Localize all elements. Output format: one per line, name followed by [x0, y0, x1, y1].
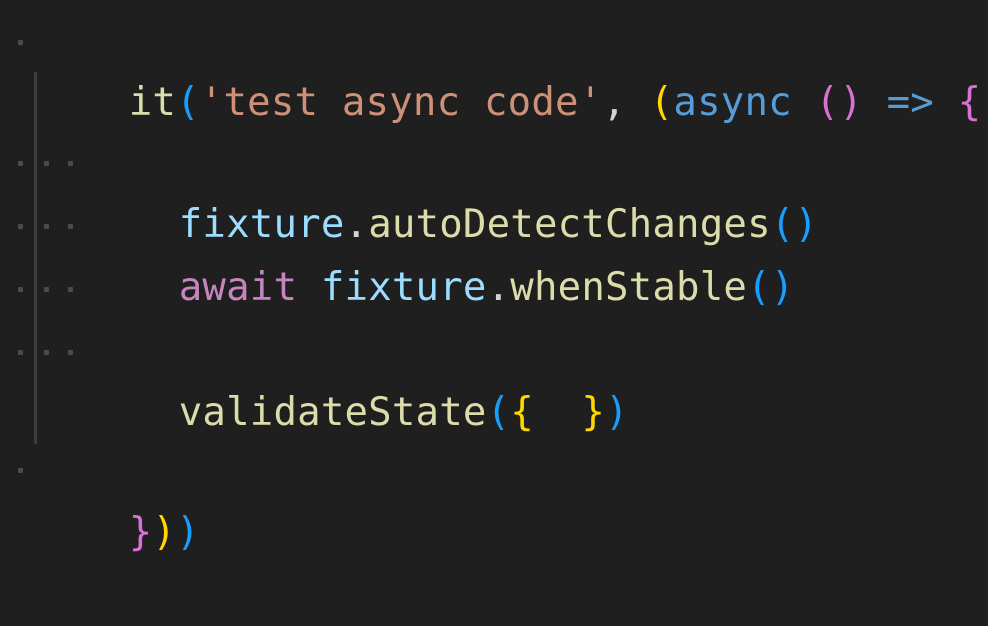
code-token: ) — [152, 510, 177, 555]
code-token: () — [747, 265, 795, 310]
whitespace-dot — [44, 287, 49, 292]
whitespace-dot — [18, 287, 23, 292]
code-token: ) — [176, 510, 200, 555]
whitespace-dot — [18, 161, 23, 166]
code-token: { — [957, 80, 982, 125]
whitespace-dot — [44, 224, 49, 229]
code-token: it — [128, 80, 177, 125]
code-token: } — [581, 390, 605, 435]
whitespace-dot — [44, 350, 49, 355]
code-line[interactable]: })) — [34, 440, 200, 555]
code-line[interactable]: fixture.autoDetectChanges() — [84, 132, 818, 247]
code-token: whenStable — [510, 265, 748, 310]
code-token: validateState — [178, 390, 487, 435]
whitespace-dot — [18, 40, 23, 45]
code-line[interactable]: it('test async code', (async () => { — [34, 10, 981, 125]
code-editor[interactable]: it('test async code', (async () => { fix… — [0, 0, 988, 555]
code-token: () — [815, 80, 863, 125]
code-token: ( — [176, 80, 200, 125]
code-token: { — [510, 390, 582, 435]
code-token: ( — [649, 80, 674, 125]
code-token: , — [602, 80, 650, 125]
code-token: 'test async code' — [199, 80, 603, 125]
code-token: ) — [605, 390, 629, 435]
whitespace-dot — [68, 287, 73, 292]
code-token: async — [673, 80, 816, 125]
whitespace-dot — [18, 224, 23, 229]
whitespace-dot — [18, 468, 23, 473]
code-token: } — [128, 510, 153, 555]
whitespace-dot — [18, 350, 23, 355]
code-token: ( — [486, 390, 511, 435]
code-token: . — [486, 265, 511, 310]
whitespace-dot — [68, 224, 73, 229]
code-token: await — [178, 265, 321, 310]
code-line[interactable]: await fixture.whenStable() — [84, 195, 795, 310]
whitespace-dot — [68, 350, 73, 355]
code-line[interactable]: validateState({ }) — [84, 320, 629, 435]
code-token: fixture — [320, 265, 487, 310]
code-token: => — [862, 80, 958, 125]
